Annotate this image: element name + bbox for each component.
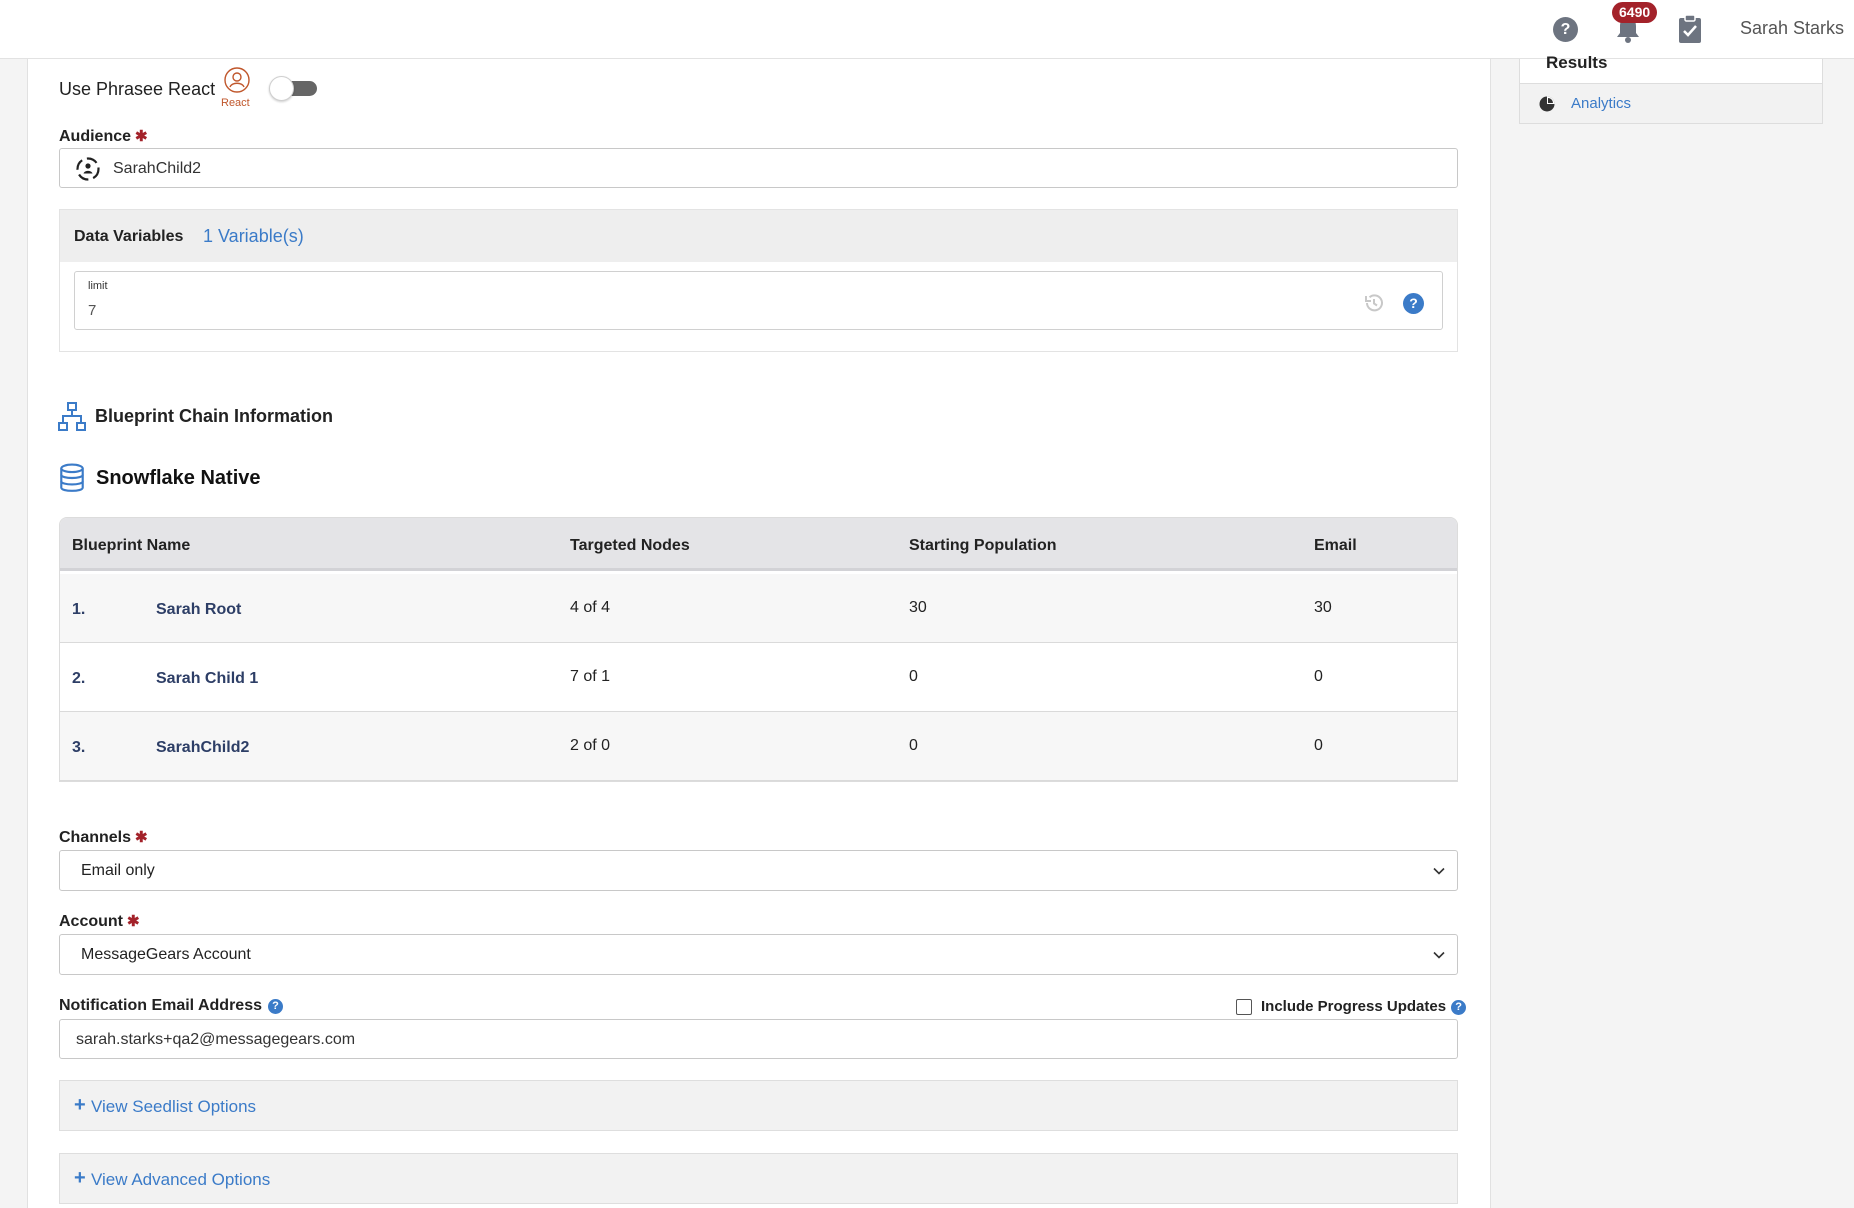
- snowflake-native-title: Snowflake Native: [96, 467, 261, 489]
- history-icon[interactable]: [1362, 291, 1386, 315]
- advanced-options-toggle[interactable]: + View Advanced Options: [59, 1153, 1458, 1204]
- blueprint-name: Sarah Root: [156, 601, 242, 618]
- audience-label: Audience ✱: [59, 128, 148, 145]
- channels-label: Channels ✱: [59, 829, 148, 846]
- starting-population: 0: [909, 668, 918, 685]
- column-header-targeted-nodes: Targeted Nodes: [570, 537, 690, 554]
- email-count: 0: [1314, 668, 1323, 685]
- phrasee-react-toggle[interactable]: [269, 76, 317, 101]
- data-variables-header: Data Variables 1 Variable(s): [60, 210, 1457, 262]
- account-label: Account ✱: [59, 913, 140, 930]
- react-caption: React: [221, 97, 250, 109]
- channels-select[interactable]: Email only: [59, 850, 1458, 891]
- audience-field[interactable]: SarahChild2: [59, 148, 1458, 188]
- row-number: 2.: [72, 670, 86, 687]
- email-count: 0: [1314, 737, 1323, 754]
- column-header-email: Email: [1314, 537, 1357, 554]
- plus-icon: +: [74, 1167, 86, 1189]
- top-bar: ? 6490 Sarah Starks: [0, 0, 1854, 59]
- account-select[interactable]: MessageGears Account: [59, 934, 1458, 975]
- advanced-options-label[interactable]: View Advanced Options: [91, 1170, 270, 1190]
- table-row: 2. Sarah Child 1 7 of 1 0 0: [60, 643, 1457, 712]
- audience-icon: [76, 157, 100, 181]
- react-logo-icon: [224, 67, 250, 93]
- account-selected-value: MessageGears Account: [81, 946, 251, 963]
- clipboard-check-icon[interactable]: [1677, 14, 1703, 44]
- channels-selected-value: Email only: [81, 862, 155, 879]
- column-header-starting-population: Starting Population: [909, 537, 1057, 554]
- seedlist-options-toggle[interactable]: + View Seedlist Options: [59, 1080, 1458, 1131]
- targeted-nodes: 2 of 0: [570, 737, 611, 754]
- help-icon[interactable]: ?: [1451, 1000, 1467, 1015]
- blueprint-name: Sarah Child 1: [156, 670, 259, 687]
- row-number: 1.: [72, 601, 86, 618]
- help-icon[interactable]: ?: [1403, 293, 1424, 314]
- starting-population: 30: [909, 599, 927, 616]
- notification-email-value[interactable]: sarah.starks+qa2@messagegears.com: [76, 1031, 355, 1049]
- notification-email-field[interactable]: sarah.starks+qa2@messagegears.com: [59, 1019, 1458, 1059]
- seedlist-options-label[interactable]: View Seedlist Options: [91, 1097, 256, 1117]
- targeted-nodes: 7 of 1: [570, 668, 611, 685]
- row-number: 3.: [72, 739, 86, 756]
- limit-value[interactable]: 7: [88, 302, 96, 319]
- starting-population: 0: [909, 737, 918, 754]
- side-panel: Results Analytics: [1519, 53, 1823, 124]
- plus-icon: +: [74, 1094, 86, 1116]
- data-variables-title: Data Variables: [74, 228, 184, 245]
- blueprint-chain-title: Blueprint Chain Information: [95, 406, 333, 426]
- table-row: 1. Sarah Root 4 of 4 30 30: [60, 574, 1457, 643]
- limit-field[interactable]: limit 7 ?: [74, 271, 1443, 330]
- audience-value: SarahChild2: [113, 160, 202, 177]
- help-icon[interactable]: ?: [268, 999, 283, 1014]
- user-name[interactable]: Sarah Starks: [1740, 18, 1844, 39]
- database-icon: [60, 463, 84, 492]
- column-header-blueprint-name: Blueprint Name: [72, 537, 191, 554]
- phrasee-react-label: Use Phrasee React: [59, 79, 216, 99]
- blueprint-table: Blueprint Name Targeted Nodes Starting P…: [59, 517, 1458, 782]
- help-icon[interactable]: ?: [1553, 17, 1578, 42]
- analytics-label[interactable]: Analytics: [1571, 95, 1631, 112]
- analytics-link[interactable]: Analytics: [1520, 84, 1822, 123]
- results-heading: Results: [1546, 53, 1608, 72]
- pie-chart-icon: [1539, 96, 1555, 112]
- limit-label: limit: [88, 280, 108, 292]
- chevron-down-icon: [1433, 867, 1445, 875]
- table-row: 3. SarahChild2 2 of 0 0 0: [60, 712, 1457, 781]
- notification-email-label: Notification Email Address?: [59, 997, 283, 1015]
- hierarchy-icon: [58, 402, 86, 431]
- variable-count-link[interactable]: 1 Variable(s): [203, 226, 304, 247]
- include-progress-checkbox[interactable]: [1236, 999, 1252, 1015]
- notification-count-badge: 6490: [1612, 2, 1658, 23]
- data-variables-panel: Data Variables 1 Variable(s) limit 7 ?: [59, 209, 1458, 352]
- chevron-down-icon: [1433, 951, 1445, 959]
- email-count: 30: [1314, 599, 1332, 616]
- include-progress-label[interactable]: Include Progress Updates?: [1261, 998, 1467, 1015]
- targeted-nodes: 4 of 4: [570, 599, 611, 616]
- blueprint-name: SarahChild2: [156, 739, 250, 756]
- table-header: Blueprint Name Targeted Nodes Starting P…: [60, 518, 1457, 571]
